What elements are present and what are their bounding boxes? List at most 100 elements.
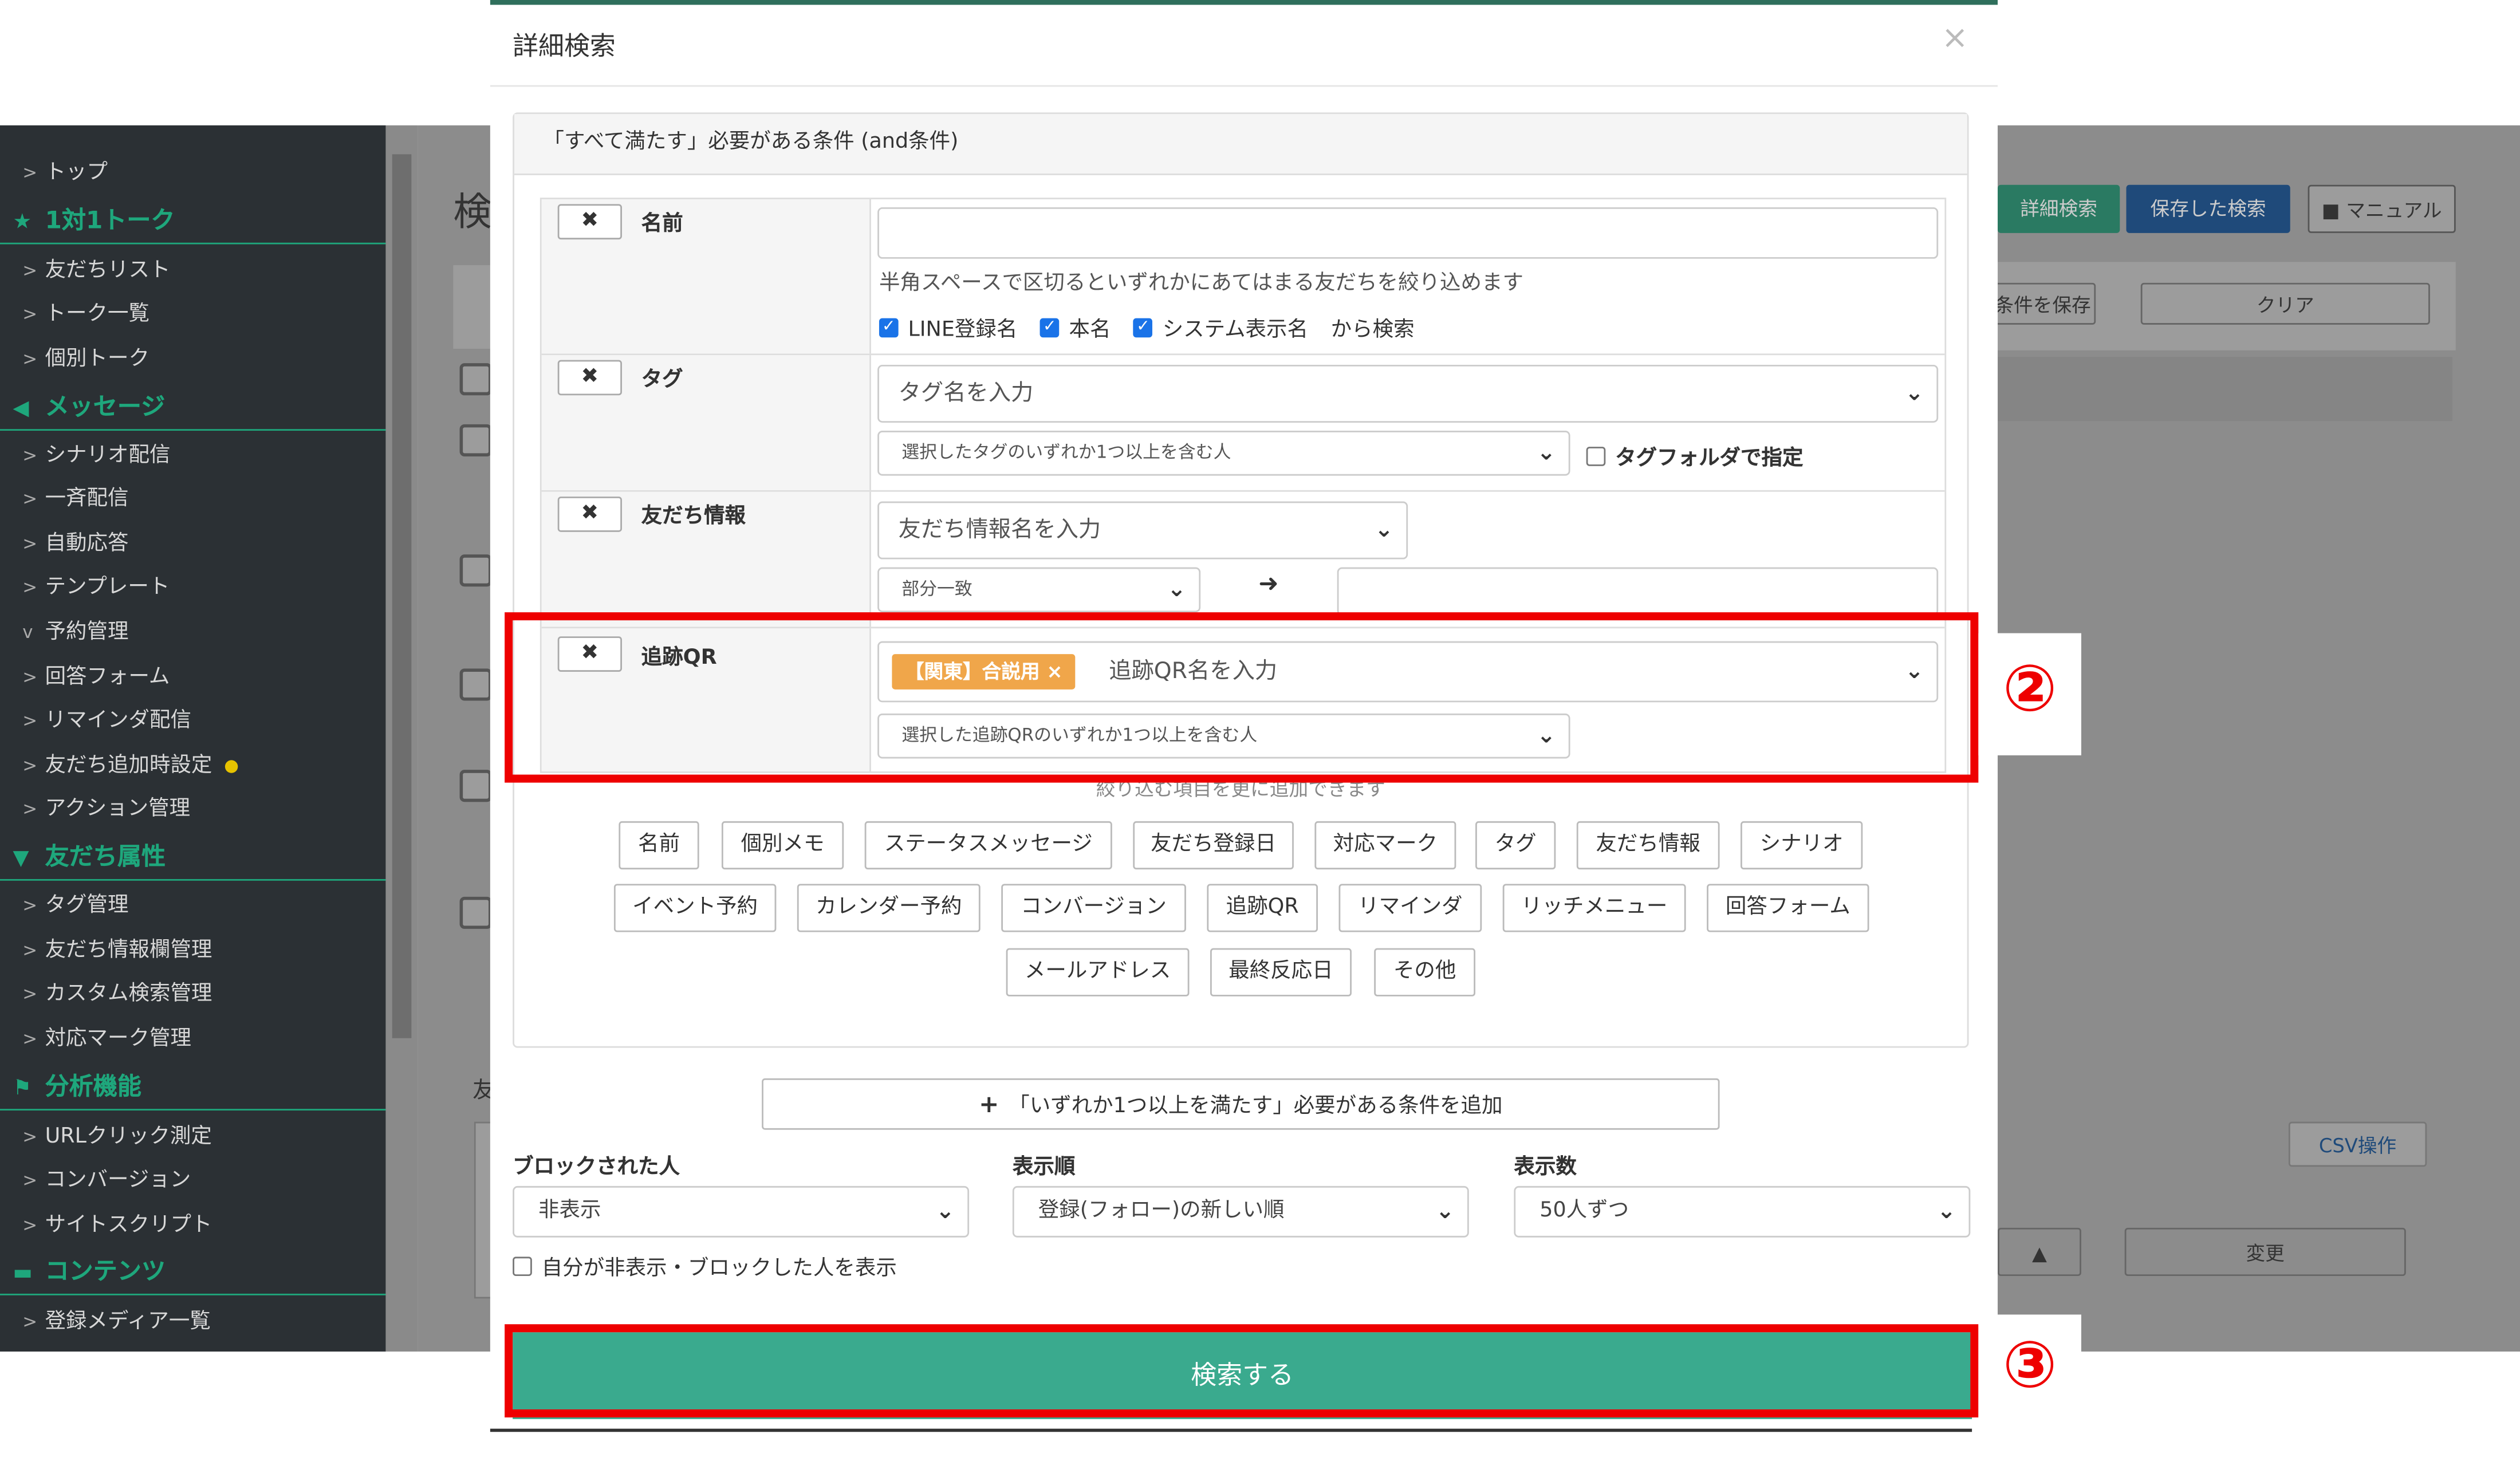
add-filter-button[interactable]: リッチメニュー xyxy=(1502,884,1686,932)
add-filter-button[interactable]: 対応マーク xyxy=(1314,821,1456,870)
order-select[interactable]: 登録(フォロー)の新しい順 ⌄ xyxy=(1012,1185,1469,1238)
blocked-label: ブロックされた人 xyxy=(513,1155,680,1180)
row-checkbox[interactable] xyxy=(459,770,492,802)
friend-info-match-select[interactable]: 部分一致 ⌄ xyxy=(877,567,1201,613)
self-hidden-checkbox[interactable] xyxy=(513,1255,532,1275)
sidebar-item-action-mgmt[interactable]: > アクション管理 xyxy=(22,794,190,826)
chevron-down-icon: ⌄ xyxy=(1904,381,1924,407)
add-filter-button[interactable]: シナリオ xyxy=(1741,821,1863,870)
row-checkbox[interactable] xyxy=(459,363,492,396)
system-name-checkbox[interactable]: ✓ xyxy=(1133,317,1153,337)
sidebar-item-reservation[interactable]: v 予約管理 xyxy=(22,617,128,649)
row-checkbox[interactable] xyxy=(459,668,492,701)
row-checkbox[interactable] xyxy=(459,554,492,587)
sidebar-item-url-click[interactable]: > URLクリック測定 xyxy=(22,1122,212,1154)
remove-condition-button[interactable]: ✖ xyxy=(557,360,622,396)
chevron-down-icon: ⌄ xyxy=(1937,1199,1956,1225)
name-input[interactable] xyxy=(877,207,1939,259)
chevron-down-icon: ⌄ xyxy=(1167,577,1186,603)
add-filter-button[interactable]: メールアドレス xyxy=(1006,948,1190,997)
row-checkbox[interactable] xyxy=(459,424,492,456)
sidebar-section-analysis[interactable]: ⚑ 分析機能 xyxy=(0,1065,386,1111)
add-filter-button[interactable]: 回答フォーム xyxy=(1707,884,1869,932)
plus-icon: + xyxy=(979,1089,999,1119)
condition-label-cell: ✖ 友だち情報 xyxy=(541,491,871,627)
sidebar-item-broadcast[interactable]: > 一斉配信 xyxy=(22,484,128,516)
sidebar-item-answer-form[interactable]: > 回答フォーム xyxy=(22,662,170,694)
change-button[interactable]: 変更 xyxy=(2124,1227,2406,1277)
sidebar-item-tag-mgmt[interactable]: > タグ管理 xyxy=(22,891,128,923)
line-name-checkbox[interactable]: ✓ xyxy=(879,317,899,337)
real-name-checkbox[interactable]: ✓ xyxy=(1040,317,1060,337)
add-filter-button[interactable]: 友だち情報 xyxy=(1576,821,1720,870)
friend-info-value-input[interactable] xyxy=(1337,567,1939,616)
saved-search-button[interactable]: 保存した検索 xyxy=(2126,184,2290,233)
page-title: 検 xyxy=(453,190,492,235)
close-icon[interactable]: × xyxy=(1942,18,1968,56)
chevron-right-icon: > xyxy=(22,260,38,282)
sidebar-item-individual-talk[interactable]: > 個別トーク xyxy=(22,344,149,376)
remove-condition-button[interactable]: ✖ xyxy=(557,497,622,532)
tag-folder-checkbox[interactable] xyxy=(1586,446,1606,466)
remove-condition-button[interactable]: ✖ xyxy=(557,204,622,240)
sidebar-item-media-list[interactable]: > 登録メディア一覧 xyxy=(22,1306,211,1338)
sidebar-section-talk[interactable]: ★ 1対1トーク xyxy=(0,199,386,245)
sidebar-scrollbar-thumb[interactable] xyxy=(392,154,412,1038)
add-filter-button[interactable]: 追跡QR xyxy=(1207,884,1318,932)
checkbox-label: タグフォルダで指定 xyxy=(1615,447,1804,471)
sort-up-button[interactable]: ▲ xyxy=(1998,1227,2081,1277)
tag-select[interactable]: タグ名を入力 ⌄ xyxy=(877,364,1939,423)
sidebar-item-reminder[interactable]: > リマインダ配信 xyxy=(22,706,191,738)
sidebar-section-contents[interactable]: ▬ コンテンツ xyxy=(0,1250,386,1295)
chevron-right-icon: > xyxy=(22,489,38,510)
flag-icon: ⚑ xyxy=(13,1077,32,1101)
add-filter-button[interactable]: コンバージョン xyxy=(1001,884,1186,932)
add-filter-button[interactable]: イベント予約 xyxy=(613,884,777,932)
sidebar-item-talk-list[interactable]: > トーク一覧 xyxy=(22,299,149,331)
sidebar-item-conversion[interactable]: > コンバージョン xyxy=(22,1165,191,1197)
sidebar-item-friend-info-mgmt[interactable]: > 友だち情報欄管理 xyxy=(22,935,212,967)
tab-csv[interactable]: CSV操作 xyxy=(2288,1121,2427,1167)
manual-button[interactable]: ■ マニュアル xyxy=(2308,184,2456,233)
add-filter-button[interactable]: カレンダー予約 xyxy=(797,884,981,932)
sidebar-item-site-script[interactable]: > サイトスクリプト xyxy=(22,1210,212,1242)
count-select[interactable]: 50人ずつ ⌄ xyxy=(1514,1185,1971,1238)
sidebar-section-attr[interactable]: ▼ 友だち属性 xyxy=(0,836,386,881)
sidebar-item-mark-mgmt[interactable]: > 対応マーク管理 xyxy=(22,1023,191,1055)
friend-info-select[interactable]: 友だち情報名を入力 ⌄ xyxy=(877,501,1408,560)
chevron-down-icon: ⌄ xyxy=(1435,1199,1455,1225)
sidebar-item-friend-list[interactable]: > 友だちリスト xyxy=(22,255,170,287)
add-filter-button[interactable]: その他 xyxy=(1374,948,1476,997)
chevron-right-icon: > xyxy=(22,162,38,183)
sidebar-item-template[interactable]: > テンプレート xyxy=(22,572,170,604)
add-filter-button[interactable]: 最終反応日 xyxy=(1210,948,1352,997)
detail-search-button[interactable]: 詳細検索 xyxy=(1998,184,2120,233)
blocked-select[interactable]: 非表示 ⌄ xyxy=(513,1185,970,1238)
tag-match-select[interactable]: 選択したタグのいずれか1つ以上を含む人 ⌄ xyxy=(877,431,1570,476)
chevron-right-icon: > xyxy=(22,798,38,820)
sidebar-item-scenario[interactable]: > シナリオ配信 xyxy=(22,440,170,472)
add-or-condition-button[interactable]: + 「いずれか1つ以上を満たす」必要がある条件を追加 xyxy=(762,1078,1720,1130)
chevron-right-icon: > xyxy=(22,1311,38,1333)
row-checkbox[interactable] xyxy=(459,896,492,929)
chevron-right-icon: > xyxy=(22,940,38,962)
megaphone-icon: ◀ xyxy=(13,397,29,422)
add-filter-button[interactable]: リマインダ xyxy=(1338,884,1482,932)
condition-label-cell: ✖ 名前 xyxy=(541,199,871,354)
condition-label: 名前 xyxy=(641,212,683,237)
save-condition-button[interactable]: 条件を保存 xyxy=(1989,282,2096,325)
sidebar-item-friend-add-settings[interactable]: > 友だち追加時設定 xyxy=(22,750,238,782)
caret-up-icon: ▲ xyxy=(2031,1242,2047,1265)
add-filter-button[interactable]: 友だち登録日 xyxy=(1133,821,1294,870)
sidebar-item-custom-search[interactable]: > カスタム検索管理 xyxy=(22,979,212,1011)
folder-icon: ▬ xyxy=(13,1261,33,1286)
add-filter-button[interactable]: ステータスメッセージ xyxy=(864,821,1112,870)
add-filter-button[interactable]: 個別メモ xyxy=(721,821,844,870)
sidebar: > トップ ★ 1対1トーク > 友だちリスト > トーク一覧 > 個別トーク ◀ メッセー… xyxy=(0,125,386,1352)
sidebar-item-top[interactable]: > トップ xyxy=(22,157,108,190)
clear-button[interactable]: クリア xyxy=(2140,282,2430,325)
add-filter-button[interactable]: タグ xyxy=(1475,821,1556,870)
sidebar-item-auto-reply[interactable]: > 自動応答 xyxy=(22,529,128,561)
sidebar-section-message[interactable]: ◀ メッセージ xyxy=(0,385,386,431)
add-filter-button[interactable]: 名前 xyxy=(619,821,699,870)
